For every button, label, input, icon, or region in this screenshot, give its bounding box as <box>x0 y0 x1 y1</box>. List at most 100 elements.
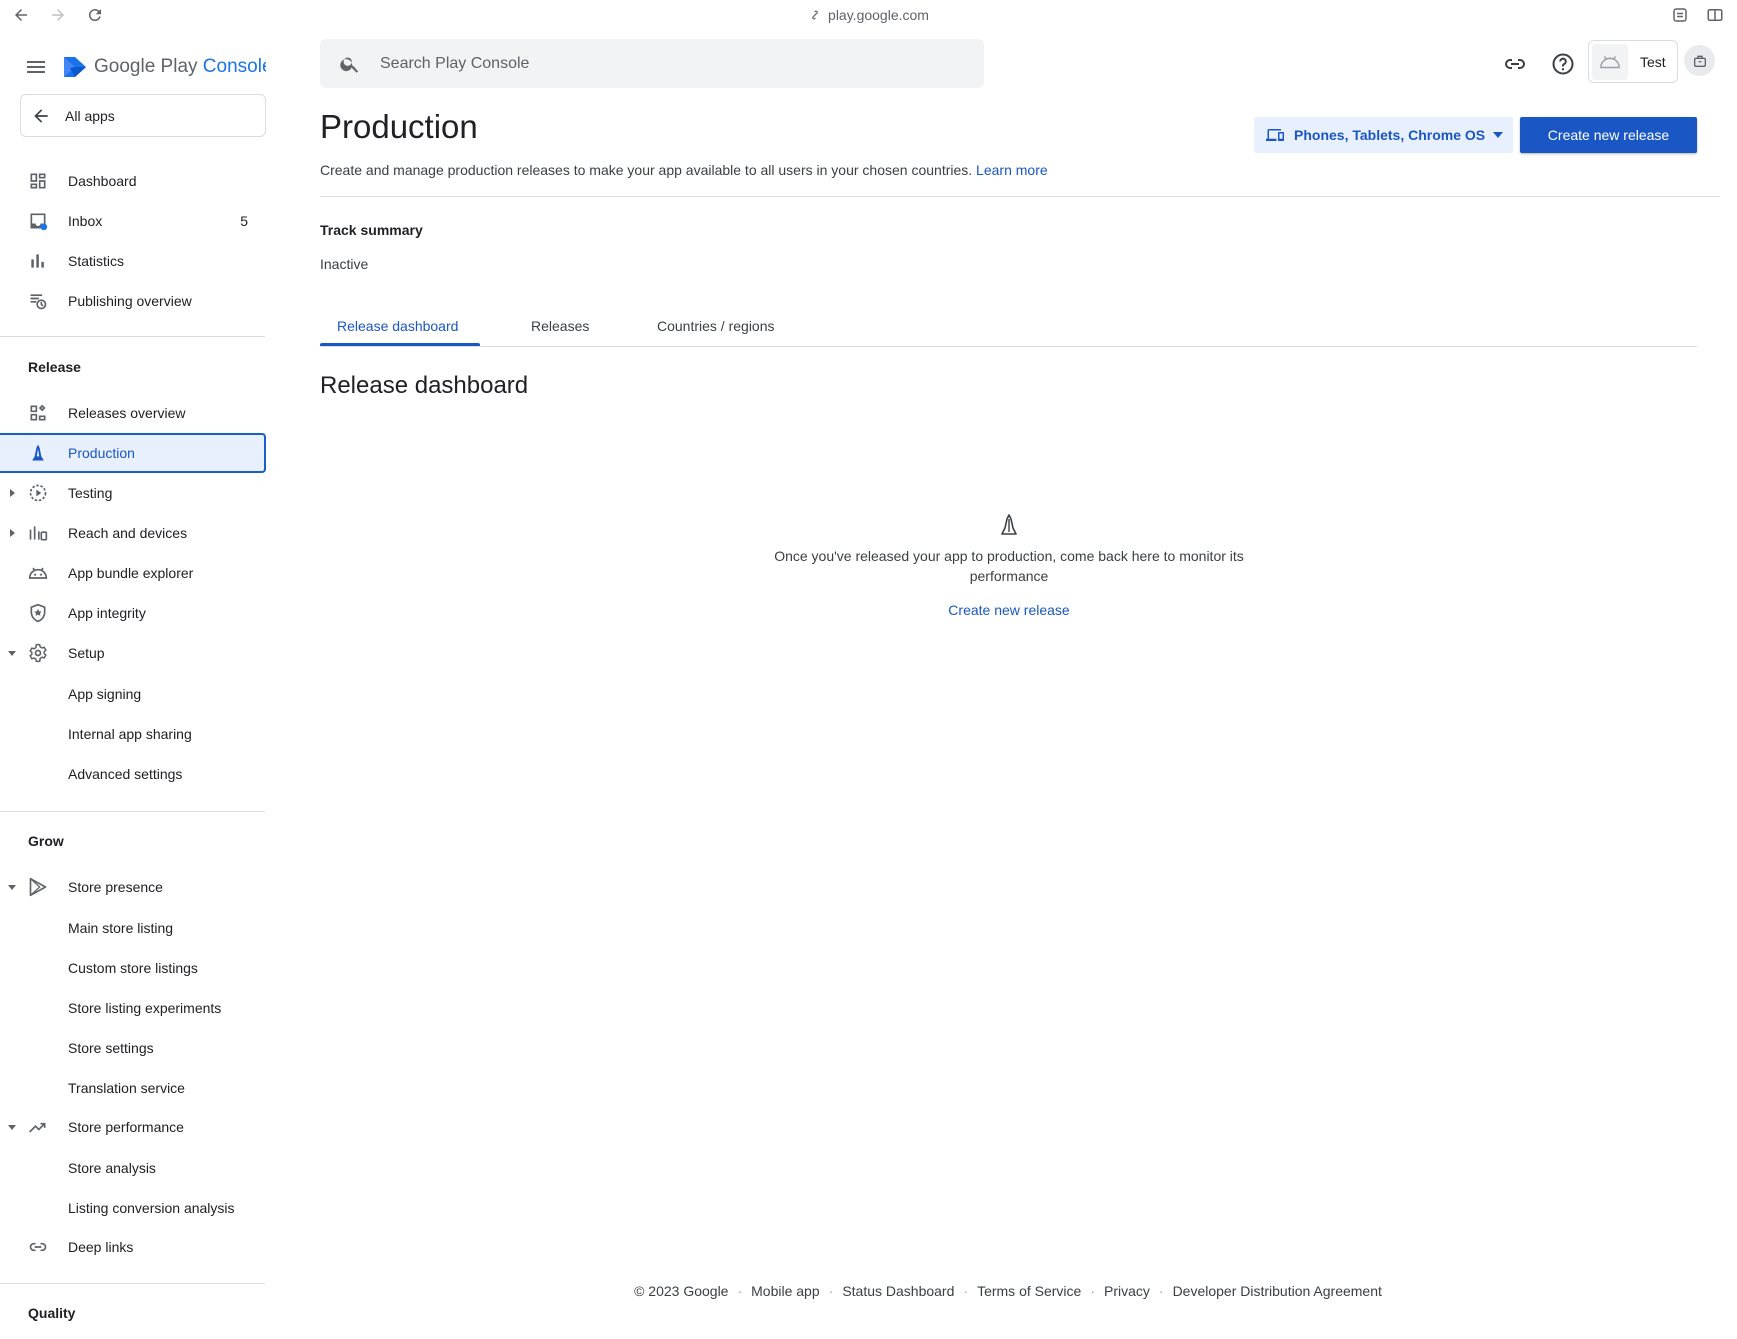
learn-more-link[interactable]: Learn more <box>976 162 1048 178</box>
sidebar-toggle-icon[interactable] <box>1706 6 1724 24</box>
create-new-release-link[interactable]: Create new release <box>948 602 1069 618</box>
trending-up-icon <box>28 1117 48 1137</box>
device-selector-button[interactable]: Phones, Tablets, Chrome OS <box>1254 117 1513 153</box>
sidebar-item-app-bundle-explorer[interactable]: App bundle explorer <box>0 553 266 593</box>
footer-separator: · <box>828 1283 834 1299</box>
tab-releases[interactable]: Releases <box>531 318 589 334</box>
hamburger-menu-icon[interactable] <box>24 55 48 79</box>
sidebar-item-label: Deep links <box>68 1239 134 1255</box>
play-store-icon <box>28 877 48 897</box>
sidebar-item-app-integrity[interactable]: App integrity <box>0 593 266 633</box>
sidebar-item-testing[interactable]: Testing <box>0 473 266 513</box>
publishing-icon <box>28 291 48 311</box>
sidebar-subitem-store-settings[interactable]: Store settings <box>68 1040 154 1056</box>
shield-icon <box>28 603 48 623</box>
footer-link-dda[interactable]: Developer Distribution Agreement <box>1173 1283 1382 1299</box>
empty-state-link-wrapper: Create new release <box>760 602 1258 618</box>
address-bar[interactable]: play.google.com <box>0 7 1737 23</box>
device-selector-label: Phones, Tablets, Chrome OS <box>1294 127 1486 143</box>
extension-icon[interactable] <box>1671 6 1689 24</box>
caret-right-icon[interactable] <box>7 488 17 498</box>
sidebar-divider <box>0 811 265 812</box>
sidebar-item-statistics[interactable]: Statistics <box>0 241 266 281</box>
search-placeholder: Search Play Console <box>380 54 530 72</box>
footer-separator: · <box>963 1283 969 1299</box>
section-title: Release dashboard <box>320 372 529 399</box>
help-icon[interactable] <box>1551 52 1575 76</box>
sidebar-subitem-translation-service[interactable]: Translation service <box>68 1080 185 1096</box>
empty-state-text: Once you've released your app to product… <box>774 548 1244 584</box>
sidebar-divider <box>0 336 265 337</box>
link-icon <box>808 8 822 22</box>
sidebar-item-dashboard[interactable]: Dashboard <box>0 161 266 201</box>
sidebar-item-production[interactable]: Production <box>0 433 266 473</box>
footer-copyright: © 2023 Google <box>634 1283 729 1299</box>
sidebar-item-label: Inbox <box>68 213 103 229</box>
sidebar-item-releases-overview[interactable]: Releases overview <box>0 393 266 433</box>
tab-release-dashboard[interactable]: Release dashboard <box>337 318 458 334</box>
sidebar-subitem-store-listing-experiments[interactable]: Store listing experiments <box>68 1000 221 1016</box>
create-new-release-label: Create new release <box>1547 127 1670 143</box>
sidebar-subitem-custom-store-listings[interactable]: Custom store listings <box>68 960 198 976</box>
header-divider <box>320 196 1720 197</box>
sidebar-item-store-presence[interactable]: Store presence <box>0 867 266 907</box>
footer-separator: · <box>1158 1283 1164 1299</box>
create-new-release-button[interactable]: Create new release <box>1520 117 1697 153</box>
section-release: Release <box>28 359 81 375</box>
sidebar-item-label: Dashboard <box>68 173 137 189</box>
back-arrow-icon <box>34 108 48 123</box>
android-icon <box>28 563 48 583</box>
android-icon <box>1592 43 1628 80</box>
sidebar-subitem-listing-conversion-analysis[interactable]: Listing conversion analysis <box>68 1200 235 1216</box>
sidebar-subitem-advanced-settings[interactable]: Advanced settings <box>68 766 182 782</box>
footer-link-status-dashboard[interactable]: Status Dashboard <box>842 1283 954 1299</box>
sidebar-item-label: Statistics <box>68 253 125 269</box>
sidebar-subitem-store-analysis[interactable]: Store analysis <box>68 1160 156 1176</box>
brand-google-play: Google Play <box>94 56 198 77</box>
caret-right-icon[interactable] <box>7 528 17 538</box>
sidebar-item-deep-links[interactable]: Deep links <box>0 1227 266 1267</box>
brand-console: Console <box>202 56 266 77</box>
sidebar-item-inbox[interactable]: Inbox 5 <box>0 201 266 241</box>
brand-name: Google Play Console <box>94 56 266 78</box>
sidebar-item-reach-and-devices[interactable]: Reach and devices <box>0 513 266 553</box>
testing-icon <box>28 483 48 503</box>
page-title: Production <box>320 108 478 145</box>
sidebar-subitem-main-store-listing[interactable]: Main store listing <box>68 920 173 936</box>
sidebar-item-store-performance[interactable]: Store performance <box>0 1107 266 1147</box>
search-input[interactable]: Search Play Console <box>320 39 984 88</box>
description-text: Create and manage production releases to… <box>320 162 973 178</box>
sidebar-subitem-internal-app-sharing[interactable]: Internal app sharing <box>68 726 192 742</box>
reach-devices-icon <box>28 523 48 543</box>
tabs-divider <box>320 346 1697 347</box>
sidebar-item-setup[interactable]: Setup <box>0 633 266 673</box>
footer-link-mobile-app[interactable]: Mobile app <box>751 1283 820 1299</box>
gear-icon <box>28 643 48 663</box>
all-apps-label: All apps <box>65 107 115 124</box>
sidebar-item-label: Releases overview <box>68 405 186 421</box>
track-summary-title: Track summary <box>320 222 423 238</box>
bar-chart-icon <box>28 251 48 271</box>
caret-down-icon[interactable] <box>7 648 17 658</box>
devices-icon <box>1266 129 1284 141</box>
section-quality: Quality <box>28 1305 76 1321</box>
sidebar-item-label: Store presence <box>68 879 163 895</box>
account-avatar-icon[interactable] <box>1684 45 1715 76</box>
footer-link-privacy[interactable]: Privacy <box>1104 1283 1150 1299</box>
footer-link-terms[interactable]: Terms of Service <box>977 1283 1081 1299</box>
sidebar-subitem-app-signing[interactable]: App signing <box>68 686 141 702</box>
sidebar-item-label: Store performance <box>68 1119 184 1135</box>
sidebar-item-label: App integrity <box>68 605 146 621</box>
caret-down-icon[interactable] <box>7 1122 17 1132</box>
url-text: play.google.com <box>828 7 929 23</box>
tab-countries-regions[interactable]: Countries / regions <box>657 318 775 334</box>
sidebar-item-label: Testing <box>68 485 113 501</box>
caret-down-icon[interactable] <box>7 882 17 892</box>
sidebar-item-label: Publishing overview <box>68 293 192 309</box>
link-icon[interactable] <box>1503 52 1527 76</box>
app-profile-chip[interactable]: Test <box>1588 40 1678 83</box>
sidebar-item-publishing-overview[interactable]: Publishing overview <box>0 281 266 321</box>
play-console-logo[interactable] <box>62 54 88 80</box>
production-icon <box>999 514 1019 536</box>
all-apps-button[interactable]: All apps <box>20 94 266 137</box>
